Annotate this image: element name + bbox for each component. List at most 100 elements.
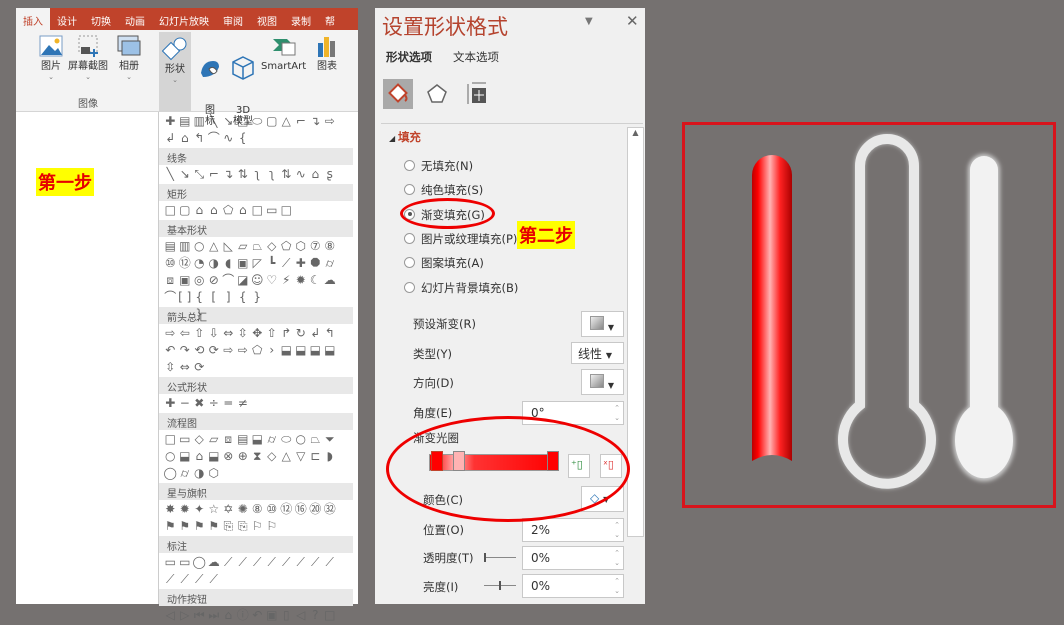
shape-icon[interactable]: ✺: [236, 501, 251, 518]
shape-icon[interactable]: ⯃: [308, 255, 323, 272]
shape-icon[interactable]: □: [163, 431, 178, 448]
shape-icon[interactable]: ◖: [221, 255, 236, 272]
preset-gradient-dropdown[interactable]: ▼: [581, 311, 624, 337]
shape-icon[interactable]: △: [279, 113, 294, 130]
shape-icon[interactable]: ☆: [207, 501, 222, 518]
shape-icon[interactable]: ⑩: [163, 255, 178, 272]
album-button[interactable]: 相册 ⌄: [116, 33, 142, 83]
shape-icon[interactable]: ⬡: [207, 465, 222, 482]
shape-icon[interactable]: ⬓: [308, 342, 323, 359]
shape-icon[interactable]: ∿: [294, 166, 309, 183]
shape-icon[interactable]: ⏭: [207, 607, 222, 624]
shape-icon[interactable]: ✚: [294, 255, 309, 272]
shape-icon[interactable]: ⟋: [308, 554, 323, 571]
shape-icon[interactable]: ⟳: [192, 359, 207, 376]
shape-icon[interactable]: ☁: [323, 272, 338, 289]
radio-button[interactable]: [404, 184, 415, 196]
shape-icon[interactable]: ▥: [178, 238, 193, 255]
shape-icon[interactable]: ○: [192, 238, 207, 255]
shape-icon[interactable]: ◑: [207, 255, 222, 272]
shape-icon[interactable]: ⟋: [279, 255, 294, 272]
shape-icon[interactable]: ⑯: [294, 501, 309, 518]
shape-icon[interactable]: ⌐: [294, 113, 309, 130]
shape-icon[interactable]: ▯: [279, 607, 294, 624]
shape-icon[interactable]: □: [250, 202, 265, 219]
shape-icon[interactable]: ▭: [178, 431, 193, 448]
shape-icon[interactable]: ▭: [178, 554, 193, 571]
shape-icon[interactable]: ✖: [192, 395, 207, 412]
shape-icon[interactable]: ⧈: [163, 272, 178, 289]
transparency-input[interactable]: 0% ⌃ ⌄: [522, 546, 624, 570]
shape-icon[interactable]: ↶: [250, 607, 265, 624]
shape-icon[interactable]: ⤡: [192, 166, 207, 183]
shape-icon[interactable]: ⧈: [221, 431, 236, 448]
shape-icon[interactable]: ⌒: [163, 289, 178, 306]
shape-icon[interactable]: ⬓: [323, 342, 338, 359]
shape-icon[interactable]: { }: [192, 289, 207, 321]
pane-options-icon[interactable]: ▼: [585, 16, 593, 27]
shape-icon[interactable]: ✦: [192, 501, 207, 518]
shape-icon[interactable]: ⟋: [265, 554, 280, 571]
shape-icon[interactable]: ⚑: [178, 518, 193, 535]
shape-icon[interactable]: ↴: [221, 166, 236, 183]
shape-icon[interactable]: ◪: [236, 272, 251, 289]
shape-icon[interactable]: ⑦: [308, 238, 323, 255]
shape-icon[interactable]: ⇩: [207, 325, 222, 342]
shape-icon[interactable]: ⑧: [323, 238, 338, 255]
tab-2[interactable]: 切换: [84, 8, 118, 30]
fill-option-radio[interactable]: 图片或纹理填充(P): [404, 231, 517, 247]
shape-icon[interactable]: ▣: [178, 272, 193, 289]
shape-icon[interactable]: ⏢: [308, 431, 323, 448]
shape-icon[interactable]: ▤: [163, 238, 178, 255]
radio-button[interactable]: [404, 232, 415, 244]
brightness-slider[interactable]: [484, 581, 516, 590]
radio-button[interactable]: [404, 281, 415, 293]
shape-icon[interactable]: ⚐: [265, 518, 280, 535]
shape-icon[interactable]: ↷: [178, 342, 193, 359]
shape-icon[interactable]: ⟋: [207, 571, 222, 588]
shape-icon[interactable]: ✸: [163, 501, 178, 518]
shape-icon[interactable]: ⬭: [279, 431, 294, 448]
shape-icon[interactable]: ⬡: [294, 238, 309, 255]
shape-icon[interactable]: ↴: [308, 113, 323, 130]
shape-icon[interactable]: ⊘: [207, 272, 222, 289]
shape-icon[interactable]: ▷: [178, 607, 193, 624]
shape-icon[interactable]: ⇨: [163, 325, 178, 342]
shape-icon[interactable]: ◁: [163, 607, 178, 624]
shape-icon[interactable]: ☾: [308, 272, 323, 289]
shape-icon[interactable]: □: [323, 607, 338, 624]
shape-icon[interactable]: ↱: [279, 325, 294, 342]
shape-icon[interactable]: {: [236, 289, 251, 306]
shape-icon[interactable]: ▢: [265, 113, 280, 130]
shape-icon[interactable]: ↲: [163, 130, 178, 147]
scrollbar[interactable]: ▲: [627, 127, 644, 537]
shape-icon[interactable]: ⌒: [221, 272, 236, 289]
shape-icon[interactable]: ◯: [163, 465, 178, 482]
shape-icon[interactable]: ʅ: [250, 166, 265, 183]
3d-model-button[interactable]: 3D 模型: [229, 33, 257, 127]
shape-icon[interactable]: ⬓: [207, 448, 222, 465]
shape-icon[interactable]: ⌭: [178, 465, 193, 482]
shape-icon[interactable]: [ ]: [178, 289, 193, 306]
shape-icon[interactable]: ♡: [265, 272, 280, 289]
shape-icon[interactable]: ⌂: [192, 202, 207, 219]
shape-icon[interactable]: {: [236, 130, 251, 147]
shape-icon[interactable]: ▭: [265, 202, 280, 219]
shape-icon[interactable]: ✚: [163, 113, 178, 130]
shape-icon[interactable]: ㉜: [323, 501, 338, 518]
screenshot-button[interactable]: 屏幕截图 ⌄: [68, 33, 108, 83]
shape-icon[interactable]: ○: [294, 431, 309, 448]
shape-icon[interactable]: ▱: [236, 238, 251, 255]
shape-icon[interactable]: ⌭: [323, 255, 338, 272]
shape-icon[interactable]: ⇨: [221, 342, 236, 359]
radio-button[interactable]: [404, 257, 415, 269]
shape-icon[interactable]: ▽: [294, 448, 309, 465]
tab-6[interactable]: 视图: [250, 8, 284, 30]
shape-icon[interactable]: ▤: [178, 113, 193, 130]
shape-icon[interactable]: ⌂: [236, 202, 251, 219]
shape-icon[interactable]: ⬠: [279, 238, 294, 255]
shape-icon[interactable]: ◇: [265, 448, 280, 465]
shape-icon[interactable]: ⟋: [250, 554, 265, 571]
tab-3[interactable]: 动画: [118, 8, 152, 30]
tab-0[interactable]: 插入: [16, 8, 50, 30]
